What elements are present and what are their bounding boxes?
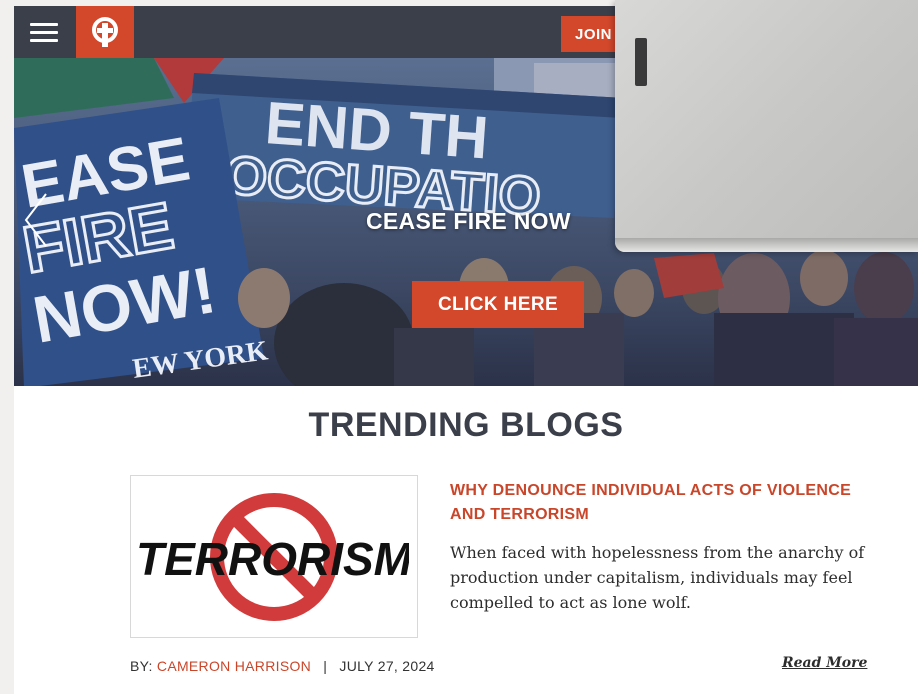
by-label: BY: [130,658,153,674]
party-logo-icon[interactable] [76,6,134,58]
hamburger-icon-line [30,22,58,26]
blog-post-title-link[interactable]: WHY DENOUNCE INDIVIDUAL ACTS OF VIOLENCE… [450,479,870,527]
laptop-port [635,38,647,86]
hamburger-icon-line [30,30,58,34]
thumbnail-text: TERRORISM [139,533,409,585]
blog-thumbnail[interactable]: TERRORISM [130,475,418,638]
hamburger-icon-line [30,38,58,42]
no-terrorism-image: TERRORISM [139,492,409,621]
blog-post-excerpt: When faced with hopelessness from the an… [450,543,865,612]
blog-byline: BY: CAMERON HARRISON | JULY 27, 2024 [130,658,435,674]
post-date: JULY 27, 2024 [339,658,435,674]
laptop-rim [615,238,918,252]
carousel-prev-button[interactable] [20,190,50,250]
read-more-link[interactable]: Read More [782,655,867,671]
trending-blogs-heading: TRENDING BLOGS [308,406,624,444]
author-link[interactable]: CAMERON HARRISON [157,658,311,674]
click-here-button[interactable]: CLICK HERE [412,281,584,328]
hamburger-menu-button[interactable] [14,6,74,58]
byline-separator: | [323,658,328,674]
laptop-lid-overlay [615,0,918,252]
hero-title: CEASE FIRE NOW [366,208,571,234]
chevron-left-icon [24,193,47,247]
